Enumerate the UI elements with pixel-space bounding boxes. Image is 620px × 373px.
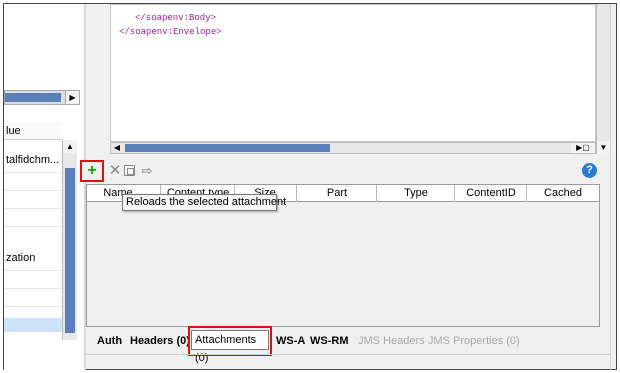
xml-editor[interactable]: </soapenv:Body> </soapenv:Envelope> <box>110 4 596 142</box>
tab-jms-properties: JMS Properties (0) <box>428 335 520 347</box>
row-divider <box>4 208 62 209</box>
reload-tooltip: Reloads the selected attachment <box>122 194 286 211</box>
help-icon[interactable]: ? <box>582 163 597 178</box>
row-divider <box>4 172 62 173</box>
export-attachment-icon[interactable]: ⇨ <box>140 163 154 179</box>
row-divider <box>4 306 62 307</box>
tab-headers[interactable]: Headers (0) <box>130 334 190 348</box>
divider <box>86 354 610 355</box>
row-divider <box>4 270 62 271</box>
column-separator <box>296 185 297 202</box>
reload-attachment-icon[interactable] <box>124 165 135 176</box>
left-table-value-header[interactable]: lue <box>4 122 62 140</box>
left-horizontal-scrollbar[interactable]: ▶ <box>4 90 80 105</box>
left-table-cell[interactable]: talfidchm... <box>4 152 62 172</box>
scroll-right-icon[interactable]: ▶ <box>65 91 79 104</box>
scroll-thumb[interactable] <box>5 93 61 102</box>
add-attachment-button[interactable]: + <box>80 160 104 182</box>
column-separator <box>526 185 527 202</box>
row-divider <box>4 288 62 289</box>
column-header-cached[interactable]: Cached <box>528 186 598 202</box>
left-vertical-scrollbar[interactable]: ▲ <box>62 140 77 340</box>
scroll-down-icon[interactable]: ▼ <box>597 141 610 154</box>
row-divider <box>4 190 62 191</box>
editor-horizontal-scrollbar[interactable]: ◀ ▶▢ <box>110 142 596 154</box>
divider <box>610 4 611 370</box>
column-header-contentid[interactable]: ContentID <box>456 186 526 202</box>
scroll-right-icon[interactable]: ▶▢ <box>571 143 595 153</box>
plus-icon: + <box>87 162 97 179</box>
tab-ws-a[interactable]: WS-A <box>276 334 305 348</box>
scroll-left-icon[interactable]: ◀ <box>111 143 123 153</box>
editor-vertical-scrollbar[interactable]: ▼ <box>596 4 610 154</box>
tab-jms-headers: JMS Headers <box>358 335 425 347</box>
left-table-cell[interactable]: zation <box>4 250 62 268</box>
column-header-type[interactable]: Type <box>378 186 454 202</box>
scroll-up-icon[interactable]: ▲ <box>63 140 77 153</box>
scroll-thumb[interactable] <box>125 144 330 152</box>
tab-ws-rm[interactable]: WS-RM <box>310 334 349 348</box>
tab-auth[interactable]: Auth <box>97 334 122 348</box>
selected-row[interactable] <box>4 318 62 332</box>
delete-attachment-icon[interactable]: ✕ <box>108 163 122 179</box>
column-header-part[interactable]: Part <box>298 186 376 202</box>
xml-line: </soapenv:Envelope> <box>119 27 222 37</box>
xml-line: </soapenv:Body> <box>135 13 217 23</box>
column-separator <box>454 185 455 202</box>
tab-attachments[interactable]: Attachments (0) <box>191 330 269 364</box>
column-separator <box>376 185 377 202</box>
scroll-thumb[interactable] <box>65 168 75 333</box>
row-divider <box>4 226 62 227</box>
